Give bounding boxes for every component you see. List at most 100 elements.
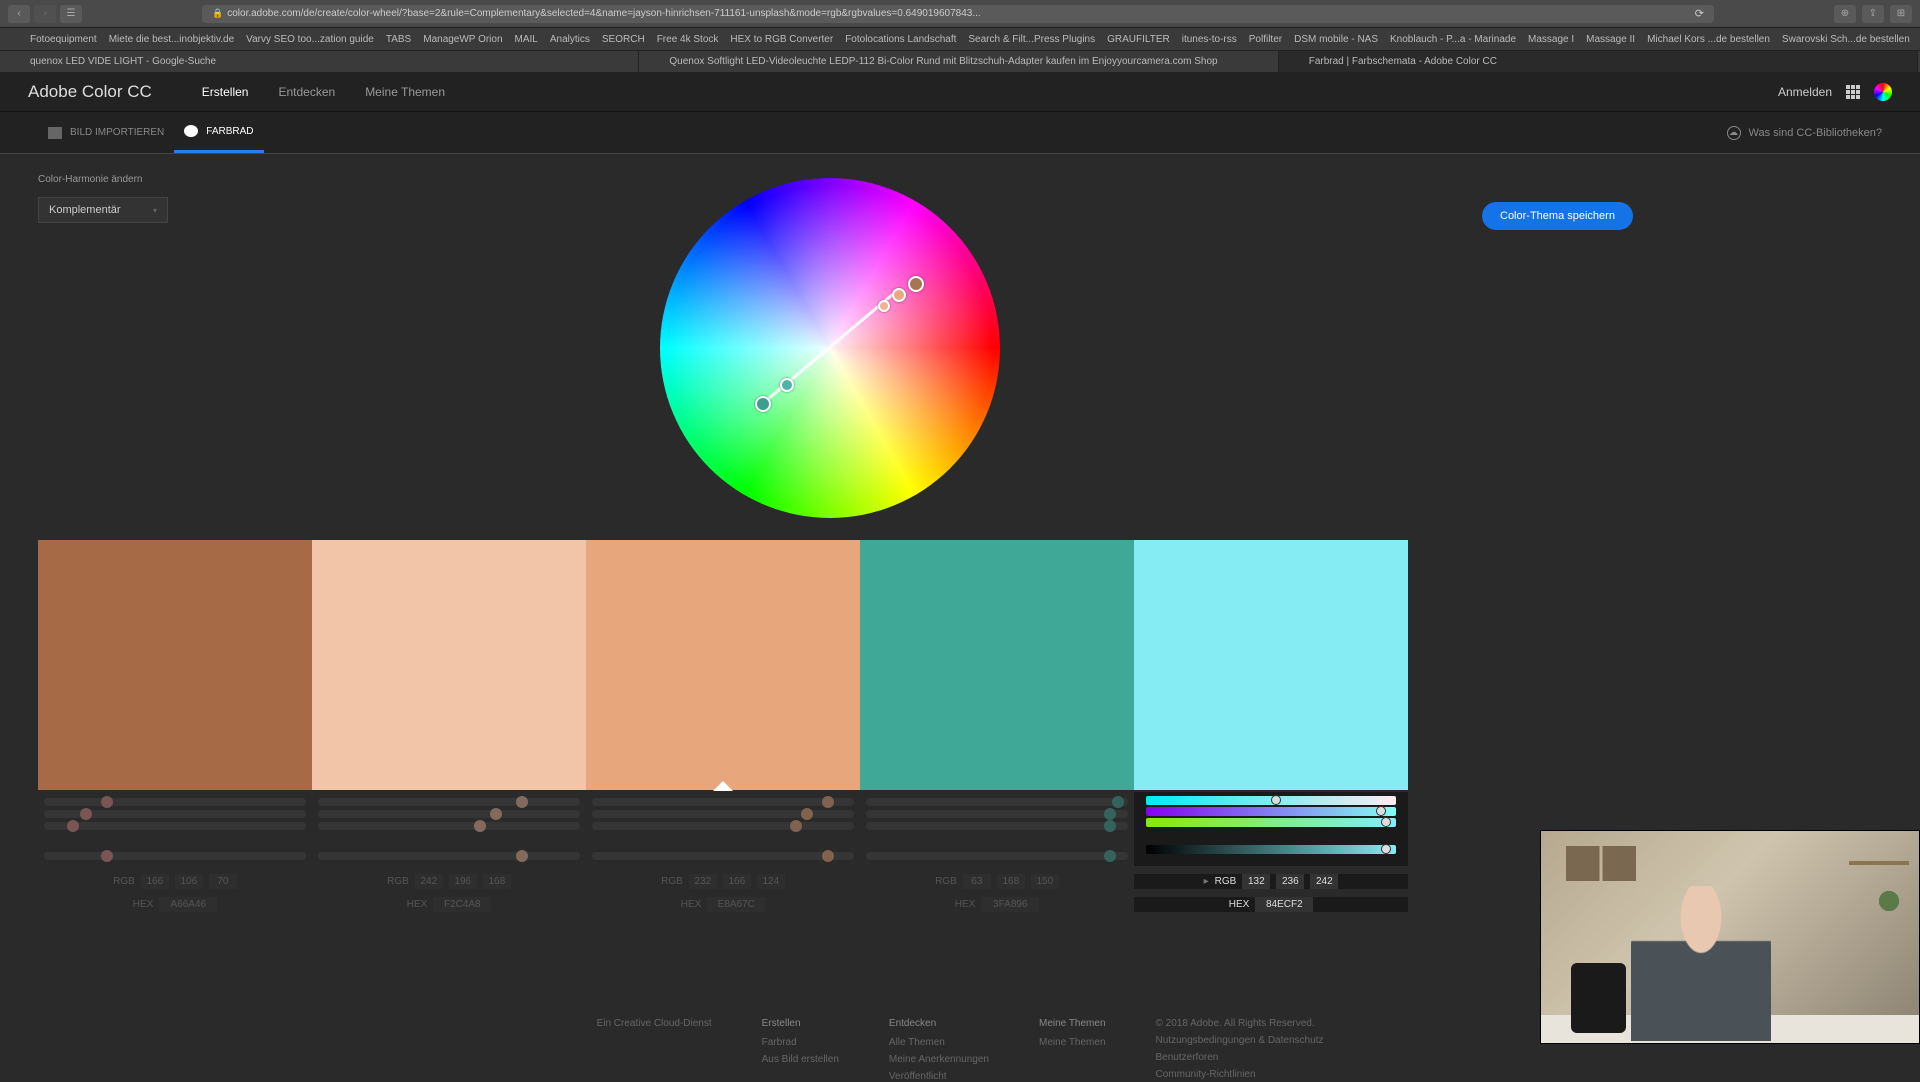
- footer-link[interactable]: Aus Bild erstellen: [762, 1054, 839, 1065]
- footer-link[interactable]: Meine Anerkennungen: [889, 1054, 989, 1065]
- footer-link[interactable]: Nutzungsbedingungen & Datenschutz: [1156, 1035, 1324, 1046]
- b-slider[interactable]: [866, 822, 1128, 830]
- footer-link[interactable]: Meine Themen: [1039, 1037, 1106, 1048]
- b-slider[interactable]: [44, 822, 306, 830]
- g-slider[interactable]: [44, 810, 306, 818]
- footer-link[interactable]: Benutzerforen: [1156, 1052, 1324, 1063]
- bookmark-item[interactable]: GRAUFILTER: [1107, 34, 1170, 45]
- bookmark-item[interactable]: Swarovski Sch...de bestellen: [1782, 34, 1910, 45]
- nav-tab-explore[interactable]: Entdecken: [278, 85, 335, 99]
- hex-input[interactable]: [707, 897, 765, 912]
- g-input[interactable]: [175, 874, 203, 889]
- b-slider[interactable]: [592, 822, 854, 830]
- b-input[interactable]: [1031, 874, 1059, 889]
- r-slider[interactable]: [44, 798, 306, 806]
- wheel-marker[interactable]: [780, 378, 794, 392]
- bookmark-item[interactable]: Free 4k Stock: [657, 34, 719, 45]
- color-swatch[interactable]: [1134, 540, 1408, 790]
- b-input[interactable]: [757, 874, 785, 889]
- b-slider[interactable]: [318, 822, 580, 830]
- color-swatch[interactable]: [38, 540, 312, 790]
- hex-input[interactable]: [981, 897, 1039, 912]
- g-input[interactable]: [723, 874, 751, 889]
- forward-button[interactable]: ›: [34, 5, 56, 23]
- bookmark-item[interactable]: MAIL: [515, 34, 538, 45]
- browser-tab[interactable]: Quenox Softlight LED-Videoleuchte LEDP-1…: [639, 51, 1278, 72]
- g-slider[interactable]: [866, 810, 1128, 818]
- nav-tab-create[interactable]: Erstellen: [202, 85, 249, 99]
- g-slider[interactable]: [592, 810, 854, 818]
- footer-link[interactable]: Community-Richtlinien: [1156, 1069, 1324, 1080]
- bookmark-item[interactable]: HEX to RGB Converter: [730, 34, 833, 45]
- hex-input[interactable]: [433, 897, 491, 912]
- bookmark-item[interactable]: DSM mobile - NAS: [1294, 34, 1378, 45]
- bookmark-item[interactable]: Fotolocations Landschaft: [845, 34, 956, 45]
- bookmark-item[interactable]: Varvy SEO too...zation guide: [246, 34, 374, 45]
- wheel-marker[interactable]: [878, 300, 890, 312]
- r-slider[interactable]: [592, 798, 854, 806]
- cc-logo-icon[interactable]: [1874, 83, 1892, 101]
- save-theme-button[interactable]: Color-Thema speichern: [1482, 202, 1633, 230]
- tabs-icon[interactable]: ⊞: [1890, 5, 1912, 23]
- color-wheel[interactable]: [660, 178, 1000, 518]
- r-input[interactable]: [689, 874, 717, 889]
- r-input[interactable]: [415, 874, 443, 889]
- wheel-marker[interactable]: [908, 276, 924, 292]
- b-input[interactable]: [209, 874, 237, 889]
- g-gradient-slider[interactable]: [1146, 807, 1396, 816]
- footer-link[interactable]: Veröffentlicht: [889, 1071, 989, 1082]
- bookmark-item[interactable]: Polfilter: [1249, 34, 1282, 45]
- footer-link[interactable]: Farbrad: [762, 1037, 839, 1048]
- r-slider[interactable]: [866, 798, 1128, 806]
- cc-libraries-link[interactable]: ☁ Was sind CC-Bibliotheken?: [1727, 126, 1882, 140]
- apps-icon[interactable]: [10, 32, 12, 46]
- bookmark-item[interactable]: ManageWP Orion: [423, 34, 502, 45]
- bookmark-item[interactable]: Miete die best...inobjektiv.de: [109, 34, 234, 45]
- brightness-slider[interactable]: [866, 852, 1128, 860]
- mode-arrow-icon[interactable]: ▸: [1204, 876, 1209, 887]
- g-input[interactable]: [449, 874, 477, 889]
- hex-input[interactable]: [159, 897, 217, 912]
- bookmark-item[interactable]: itunes-to-rss: [1182, 34, 1237, 45]
- bookmark-item[interactable]: SEORCH: [602, 34, 645, 45]
- share-icon[interactable]: ⇪: [1862, 5, 1884, 23]
- harmony-dropdown[interactable]: Komplementär ▾: [38, 197, 168, 223]
- bookmark-item[interactable]: Fotoequipment: [30, 34, 97, 45]
- color-swatch[interactable]: [312, 540, 586, 790]
- browser-tab[interactable]: quenox LED VIDE LIGHT - Google-Suche: [0, 51, 639, 72]
- nav-tab-mythemes[interactable]: Meine Themen: [365, 85, 445, 99]
- brightness-slider[interactable]: [592, 852, 854, 860]
- color-swatch[interactable]: [860, 540, 1134, 790]
- r-input[interactable]: [963, 874, 991, 889]
- brightness-slider[interactable]: [44, 852, 306, 860]
- back-button[interactable]: ‹: [8, 5, 30, 23]
- smartsearch-icon[interactable]: ⊕: [1834, 5, 1856, 23]
- reload-icon[interactable]: ⟳: [1695, 7, 1704, 20]
- r-gradient-slider[interactable]: [1146, 796, 1396, 805]
- brightness-slider[interactable]: [318, 852, 580, 860]
- b-input[interactable]: [1310, 874, 1338, 889]
- sidebar-button[interactable]: ☰: [60, 5, 82, 23]
- r-input[interactable]: [1242, 874, 1270, 889]
- tab-color-wheel[interactable]: FARBRAD: [174, 112, 263, 153]
- bookmark-item[interactable]: Search & Filt...Press Plugins: [968, 34, 1095, 45]
- color-swatch[interactable]: [586, 540, 860, 790]
- b-input[interactable]: [483, 874, 511, 889]
- g-input[interactable]: [1276, 874, 1304, 889]
- grid-icon[interactable]: [1846, 85, 1860, 99]
- g-input[interactable]: [997, 874, 1025, 889]
- tab-import-image[interactable]: BILD IMPORTIEREN: [38, 112, 174, 153]
- bookmark-item[interactable]: Analytics: [550, 34, 590, 45]
- b-gradient-slider[interactable]: [1146, 818, 1396, 827]
- g-slider[interactable]: [318, 810, 580, 818]
- hex-input[interactable]: [1255, 897, 1313, 912]
- wheel-marker[interactable]: [755, 396, 771, 412]
- bookmark-item[interactable]: Massage I: [1528, 34, 1574, 45]
- url-bar[interactable]: 🔒 color.adobe.com/de/create/color-wheel/…: [202, 5, 1714, 23]
- bookmark-item[interactable]: Knoblauch - P...a - Marinade: [1390, 34, 1516, 45]
- brightness-gradient-slider[interactable]: [1146, 845, 1396, 854]
- bookmark-item[interactable]: Michael Kors ...de bestellen: [1647, 34, 1770, 45]
- r-input[interactable]: [141, 874, 169, 889]
- bookmark-item[interactable]: Massage II: [1586, 34, 1635, 45]
- browser-tab[interactable]: Farbrad | Farbschemata - Adobe Color CC: [1279, 51, 1918, 72]
